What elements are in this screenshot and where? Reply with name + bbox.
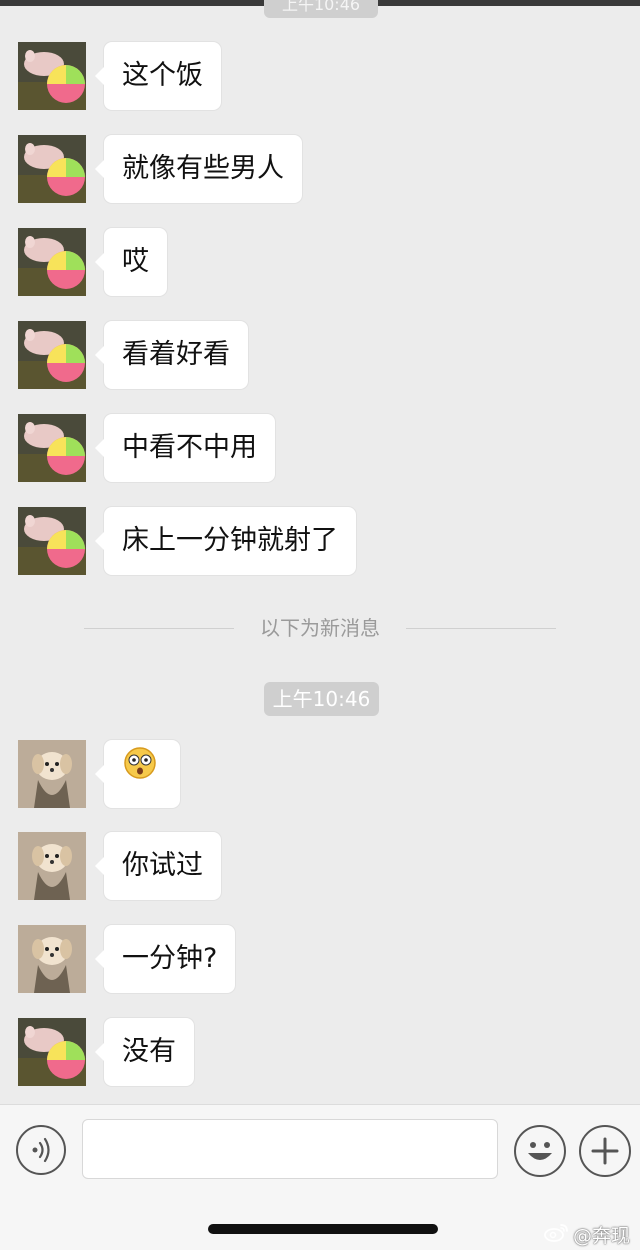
avatar-pig[interactable] xyxy=(18,42,86,110)
new-messages-divider: 以下为新消息 xyxy=(84,612,556,644)
message-bubble[interactable]: 这个饭 xyxy=(95,42,221,110)
avatar-dog[interactable] xyxy=(18,740,86,808)
voice-button[interactable] xyxy=(16,1125,66,1175)
message-input[interactable] xyxy=(82,1119,498,1179)
avatar-dog[interactable] xyxy=(18,925,86,993)
shocked-face-icon xyxy=(122,739,158,807)
avatar-pig[interactable] xyxy=(18,228,86,296)
avatar-pig[interactable] xyxy=(18,1018,86,1086)
message-bubble[interactable]: 中看不中用 xyxy=(95,414,275,482)
message-bubble[interactable]: 看着好看 xyxy=(95,321,248,389)
watermark-text: @奔现 xyxy=(572,1224,630,1247)
message-bubble[interactable]: 哎 xyxy=(95,228,167,296)
message-bubble[interactable]: 床上一分钟就射了 xyxy=(95,507,356,575)
avatar-pig[interactable] xyxy=(18,414,86,482)
divider-line xyxy=(406,628,556,629)
chat-area: 上午10:46 这个饭 就像有些男人 哎 看着好看 中看不中用 床上一分钟就射了… xyxy=(0,0,640,1104)
voice-icon xyxy=(32,1137,50,1163)
avatar-pig[interactable] xyxy=(18,135,86,203)
avatar-dog[interactable] xyxy=(18,832,86,900)
message-bubble[interactable]: 一分钟? xyxy=(94,925,236,993)
top-timestamp-clipped: 上午10:46 xyxy=(264,0,378,18)
watermark: @奔现 xyxy=(543,1222,630,1247)
avatar-pig[interactable] xyxy=(18,507,86,575)
message-bubble[interactable] xyxy=(95,739,180,808)
message-bubble[interactable]: 没有 xyxy=(95,1018,194,1086)
emoji-button[interactable] xyxy=(514,1125,566,1177)
weibo-logo-icon xyxy=(543,1222,569,1247)
smiley-icon xyxy=(528,1142,552,1160)
message-bubble[interactable]: 你试过 xyxy=(95,832,221,900)
home-indicator[interactable] xyxy=(208,1224,438,1234)
message-bubble[interactable]: 就像有些男人 xyxy=(95,135,302,203)
timestamp-pill: 上午10:46 xyxy=(264,682,379,716)
plus-icon xyxy=(591,1137,619,1165)
avatar-pig[interactable] xyxy=(18,321,86,389)
more-button[interactable] xyxy=(579,1125,631,1177)
